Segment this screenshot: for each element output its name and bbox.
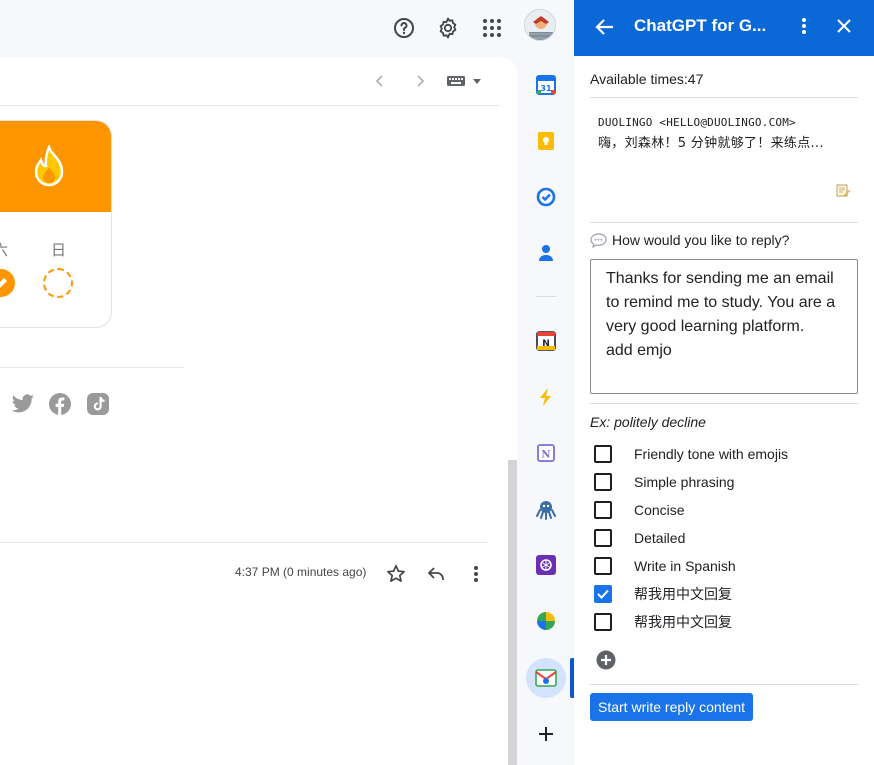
- checkbox[interactable]: [594, 501, 612, 519]
- mail-reading-pane: 六 日 4:37 PM (0 minutes ago): [0, 57, 517, 765]
- checkmark-icon: [597, 589, 609, 599]
- keyboard-icon: [447, 76, 465, 86]
- reply-prompt-label: How would you like to reply?: [612, 232, 790, 248]
- option-row[interactable]: Detailed: [594, 528, 685, 548]
- option-label: 帮我用中文回复: [634, 586, 732, 602]
- chatgpt-panel: ChatGPT for G... Available times:47 DUOL…: [574, 0, 874, 765]
- option-row[interactable]: Write in Spanish: [594, 556, 736, 576]
- checkbox[interactable]: [594, 613, 612, 631]
- twitter-icon[interactable]: [11, 392, 35, 416]
- add-circle-icon[interactable]: [596, 650, 616, 670]
- edit-note-icon[interactable]: [836, 183, 850, 197]
- option-row[interactable]: Concise: [594, 500, 685, 520]
- option-label: Detailed: [634, 530, 686, 546]
- checkbox[interactable]: [594, 445, 612, 463]
- day-label-saturday: 六: [0, 239, 8, 260]
- facebook-icon[interactable]: [48, 392, 72, 416]
- email-sender: DUOLINGO <HELLO@DUOLINGO.COM>: [598, 116, 796, 129]
- add-icon[interactable]: [534, 722, 558, 746]
- divider: [0, 367, 184, 368]
- back-arrow-icon[interactable]: [592, 14, 618, 40]
- day-label-sunday: 日: [51, 242, 67, 259]
- available-times: Available times:47: [590, 71, 704, 87]
- chevron-left-icon[interactable]: [368, 69, 392, 93]
- calendar-icon[interactable]: 31: [535, 74, 557, 96]
- option-row[interactable]: 帮我用中文回复: [594, 584, 732, 604]
- divider: [0, 105, 500, 106]
- option-row[interactable]: Simple phrasing: [594, 472, 734, 492]
- chatgpt-for-gmail-icon[interactable]: [535, 667, 557, 689]
- checkbox[interactable]: [594, 557, 612, 575]
- divider: [590, 222, 858, 223]
- chatgpt-icon[interactable]: [535, 554, 557, 576]
- panel-header: ChatGPT for G...: [574, 0, 874, 56]
- flame-icon: [34, 145, 64, 187]
- reply-prompt: How would you like to reply?: [590, 232, 789, 248]
- contacts-icon[interactable]: [535, 242, 557, 264]
- chevron-right-icon[interactable]: [408, 69, 432, 93]
- streak-card-header: [0, 121, 111, 212]
- speech-bubble-icon: [590, 232, 607, 248]
- option-row[interactable]: Friendly tone with emojis: [594, 444, 788, 464]
- help-icon[interactable]: [386, 10, 422, 46]
- divider: [536, 296, 556, 297]
- svg-text:N: N: [542, 339, 550, 349]
- email-snippet: 嗨，刘森林！5 分钟就够了！来练点...: [598, 136, 824, 151]
- start-write-reply-button[interactable]: Start write reply content: [590, 693, 754, 721]
- pending-day-icon: [43, 268, 73, 298]
- pie-chart-icon[interactable]: [535, 610, 557, 632]
- option-label: Simple phrasing: [634, 474, 735, 490]
- panel-title: ChatGPT for G...: [634, 16, 767, 35]
- option-label: Friendly tone with emojis: [634, 446, 789, 462]
- example-hint: Ex: politely decline: [590, 414, 706, 430]
- more-vert-icon[interactable]: [792, 14, 816, 38]
- dropdown-arrow-icon: [473, 79, 481, 84]
- option-row[interactable]: 帮我用中文回复: [594, 612, 732, 632]
- reply-icon[interactable]: [424, 562, 448, 586]
- divider: [590, 684, 858, 685]
- gmail-topbar: [0, 0, 574, 56]
- message-timestamp: 4:37 PM (0 minutes ago): [235, 565, 367, 579]
- option-label: Concise: [634, 502, 685, 518]
- option-label: 帮我用中文回复: [634, 614, 732, 630]
- svg-text:31: 31: [540, 84, 552, 93]
- notion-calendar-icon[interactable]: N: [535, 330, 557, 352]
- option-label: Write in Spanish: [634, 558, 736, 574]
- settings-icon[interactable]: [430, 10, 466, 46]
- apps-grid-icon[interactable]: [474, 10, 510, 46]
- input-tools-button[interactable]: [446, 71, 486, 91]
- checkbox[interactable]: [594, 473, 612, 491]
- avatar[interactable]: [524, 9, 556, 41]
- lightning-icon[interactable]: [535, 386, 557, 408]
- octopus-icon[interactable]: [535, 498, 557, 520]
- scrollbar-thumb[interactable]: [508, 460, 517, 765]
- divider: [590, 403, 858, 404]
- keep-icon[interactable]: [535, 130, 557, 152]
- addon-icon-rail: 31 N N: [518, 57, 574, 765]
- tasks-icon[interactable]: [535, 186, 557, 208]
- reply-instructions-textarea[interactable]: Thanks for sending me an email to remind…: [590, 259, 858, 394]
- divider: [0, 542, 487, 543]
- star-icon[interactable]: [384, 562, 408, 586]
- completed-day-icon: [0, 269, 15, 297]
- streak-card: 六 日: [0, 120, 112, 328]
- checkbox-checked[interactable]: [594, 585, 612, 603]
- more-vert-icon[interactable]: [464, 562, 488, 586]
- notion-icon[interactable]: N: [535, 442, 557, 464]
- checkbox[interactable]: [594, 529, 612, 547]
- divider: [590, 97, 858, 98]
- tiktok-icon[interactable]: [86, 392, 110, 416]
- svg-text:N: N: [541, 450, 550, 461]
- close-icon[interactable]: [832, 14, 856, 38]
